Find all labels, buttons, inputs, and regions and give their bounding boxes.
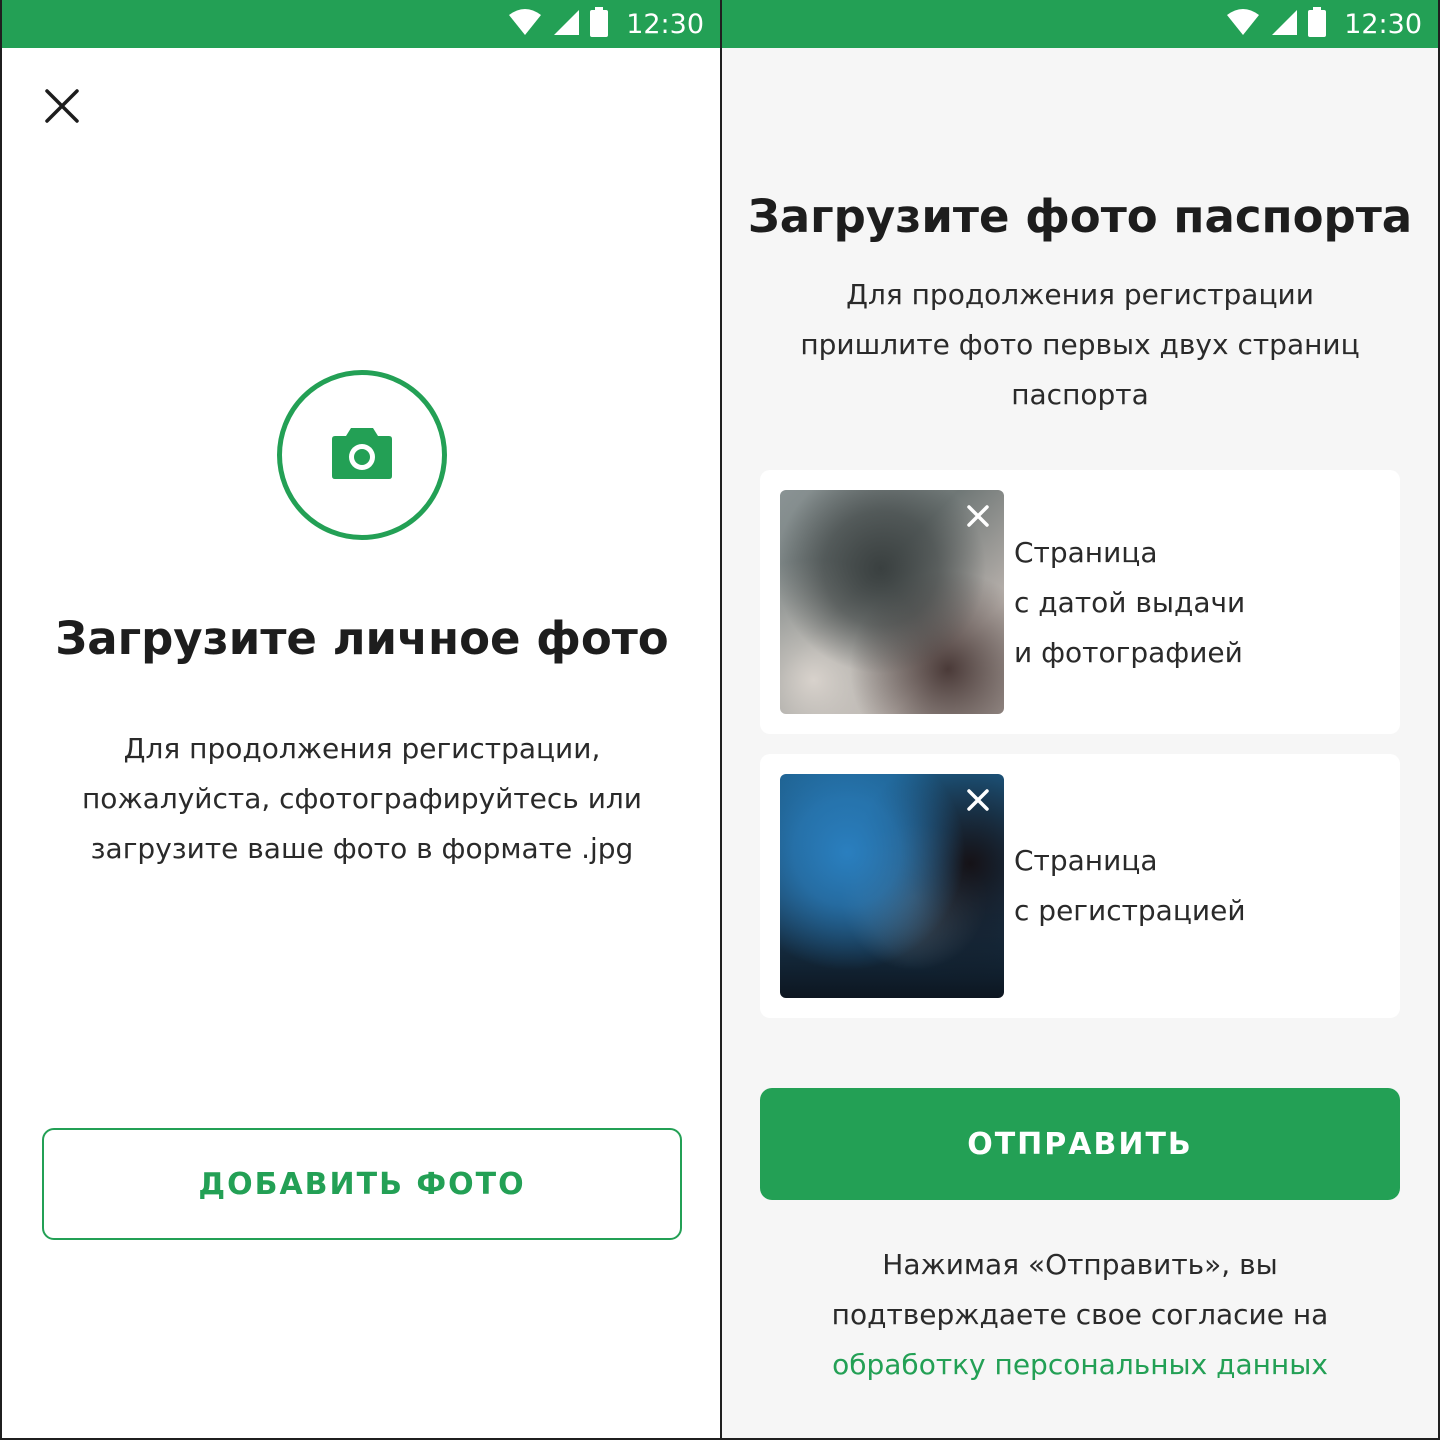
description-line: Для продолжения регистрации, [123,732,601,765]
page-description: Для продолжения регистрации пришлите фот… [770,270,1390,420]
document-thumbnail[interactable] [780,774,1004,998]
signal-icon [1270,8,1298,40]
close-icon [44,88,80,128]
passport-photo-screen: 12:30 Загрузите фото паспорта Для продол… [720,0,1440,1440]
page-title: Загрузите личное фото [55,612,669,665]
send-button[interactable]: ОТПРАВИТЬ [760,1088,1400,1200]
document-label-line: Страница [1014,844,1158,877]
document-label-line: и фотографией [1014,636,1243,669]
signal-icon [552,8,580,40]
personal-photo-screen: 12:30 Загрузите личное фото Для продолже… [0,0,720,1440]
add-photo-button[interactable]: ДОБАВИТЬ ФОТО [42,1128,682,1240]
page-description: Для продолжения регистрации, пожалуйста,… [62,724,662,874]
camera-button[interactable] [277,370,447,540]
page-title: Загрузите фото паспорта [747,190,1413,243]
document-label: Страница с датой выдачи и фотографией [1014,528,1245,678]
consent-text: Нажимая «Отправить», вы подтверждаете св… [770,1240,1390,1390]
status-icons: 12:30 [508,0,704,48]
status-icons: 12:30 [1226,0,1422,48]
status-time: 12:30 [1344,8,1422,40]
description-line: пожалуйста, сфотографируйтесь или [82,782,642,815]
document-label-line: с регистрацией [1014,894,1246,927]
battery-icon [590,7,609,41]
document-label: Страница с регистрацией [1014,836,1246,936]
status-time: 12:30 [626,8,704,40]
description-line: Для продолжения регистрации [846,278,1314,311]
description-line: загрузите ваше фото в формате .jpg [90,832,634,865]
camera-icon [331,426,393,484]
personal-data-link[interactable]: обработку персональных данных [770,1340,1390,1390]
description-line: пришлите фото первых двух страниц [800,328,1360,361]
document-label-line: Страница [1014,536,1158,569]
consent-line: подтверждаете свое согласие на [831,1298,1329,1331]
status-bar: 12:30 [2,0,720,48]
status-bar: 12:30 [722,0,1438,48]
consent-line: Нажимая «Отправить», вы [882,1248,1278,1281]
battery-icon [1308,7,1327,41]
description-line: паспорта [1011,378,1149,411]
remove-photo-button[interactable] [960,784,996,820]
close-icon [967,789,989,815]
close-button[interactable] [38,84,86,132]
document-label-line: с датой выдачи [1014,586,1246,619]
remove-photo-button[interactable] [960,500,996,536]
wifi-icon [508,8,542,40]
document-thumbnail[interactable] [780,490,1004,714]
wifi-icon [1226,8,1260,40]
close-icon [967,505,989,531]
